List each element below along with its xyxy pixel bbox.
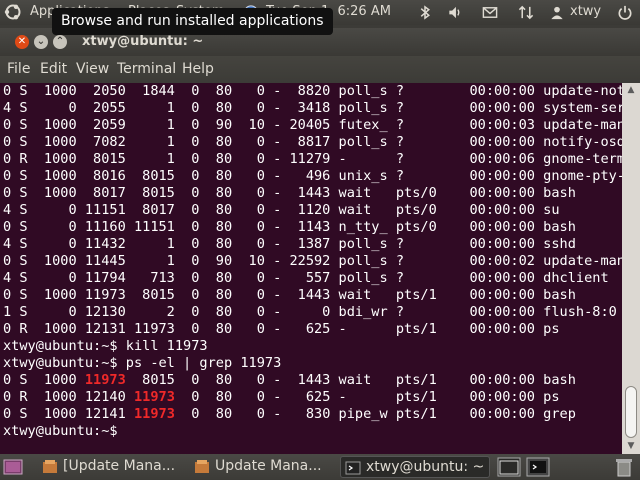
terminal-line: 0 S 1000 2050 1844 0 80 0 - 8820 poll_s … bbox=[3, 83, 622, 100]
highlighted-pid: 11973 bbox=[84, 372, 126, 388]
terminal-text: xtwy@ubuntu:~$ ps -el | grep 11973 bbox=[3, 355, 282, 371]
bluetooth-icon[interactable] bbox=[416, 4, 434, 21]
terminal-window: ✕ ⌄ ⌃ xtwy@ubuntu: ~ File Edit View Term… bbox=[0, 28, 640, 454]
terminal-text: 0 S 1000 8017 8015 0 80 0 - 1443 wait pt… bbox=[3, 185, 576, 201]
menu-file[interactable]: File bbox=[7, 61, 30, 77]
volume-icon[interactable] bbox=[446, 4, 464, 21]
terminal-menubar: File Edit View Terminal Help bbox=[0, 56, 640, 83]
task-label: xtwy@ubuntu: ~ bbox=[366, 459, 485, 475]
terminal-line: 0 S 1000 2059 1 0 90 10 - 20405 futex_ ?… bbox=[3, 117, 622, 134]
terminal-line: 0 R 1000 8015 1 0 80 0 - 11279 - ? 00:00… bbox=[3, 151, 622, 168]
terminal-output[interactable]: 0 S 1000 2050 1844 0 80 0 - 8820 poll_s … bbox=[0, 83, 622, 454]
terminal-line: 0 R 1000 12140 11973 0 80 0 - 625 - pts/… bbox=[3, 389, 622, 406]
highlighted-pid: 11973 bbox=[133, 389, 175, 405]
scroll-down-arrow-icon[interactable]: ▼ bbox=[622, 439, 640, 454]
window-title: xtwy@ubuntu: ~ bbox=[82, 34, 204, 49]
workspace-terminal-icon[interactable] bbox=[526, 457, 550, 477]
terminal-line: 0 S 1000 12141 11973 0 80 0 - 830 pipe_w… bbox=[3, 406, 622, 423]
terminal-line: 0 S 1000 11973 8015 0 80 0 - 1443 wait p… bbox=[3, 372, 622, 389]
scrollbar-thumb[interactable] bbox=[625, 386, 637, 438]
terminal-line: 4 S 0 2055 1 0 80 0 - 3418 poll_s ? 00:0… bbox=[3, 100, 622, 117]
terminal-line: 0 S 0 11160 11151 0 80 0 - 1143 n_tty_ p… bbox=[3, 219, 622, 236]
close-icon: ✕ bbox=[17, 36, 27, 47]
highlighted-pid: 11973 bbox=[133, 406, 175, 422]
taskbar-item-terminal[interactable]: xtwy@ubuntu: ~ bbox=[340, 456, 490, 478]
close-window-button[interactable]: ✕ bbox=[15, 35, 29, 49]
terminal-text: 4 S 0 11432 1 0 80 0 - 1387 poll_s ? 00:… bbox=[3, 236, 576, 252]
terminal-icon bbox=[345, 461, 361, 475]
terminal-text: 0 S 1000 12141 bbox=[3, 406, 134, 422]
power-icon[interactable] bbox=[616, 4, 634, 21]
terminal-text: 0 R 1000 12131 11973 0 80 0 - 625 - pts/… bbox=[3, 321, 560, 337]
user-name[interactable]: xtwy bbox=[570, 4, 601, 19]
terminal-text: 0 S 1000 7082 1 0 80 0 - 8817 poll_s ? 0… bbox=[3, 134, 622, 150]
terminal-text: 4 S 0 11794 713 0 80 0 - 557 poll_s ? 00… bbox=[3, 270, 609, 286]
terminal-line: 4 S 0 11432 1 0 80 0 - 1387 poll_s ? 00:… bbox=[3, 236, 622, 253]
task-label: Update Mana... bbox=[215, 458, 322, 474]
terminal-line: 0 S 1000 7082 1 0 80 0 - 8817 poll_s ? 0… bbox=[3, 134, 622, 151]
applications-tooltip: Browse and run installed applications bbox=[52, 8, 333, 35]
terminal-text: 0 S 1000 11445 1 0 90 10 - 22592 poll_s … bbox=[3, 253, 622, 269]
terminal-text: 0 S 1000 2050 1844 0 80 0 - 8820 poll_s … bbox=[3, 83, 622, 99]
terminal-text: 1 S 0 12130 2 0 80 0 - 0 bdi_wr ? 00:00:… bbox=[3, 304, 617, 320]
task-label: [Update Mana... bbox=[63, 458, 176, 474]
terminal-line: 4 S 0 11151 8017 0 80 0 - 1120 wait pts/… bbox=[3, 202, 622, 219]
menu-help[interactable]: Help bbox=[182, 61, 214, 77]
scroll-up-arrow-icon[interactable]: ▲ bbox=[622, 83, 640, 98]
terminal-line: 0 S 1000 8017 8015 0 80 0 - 1443 wait pt… bbox=[3, 185, 622, 202]
terminal-text: 0 S 1000 bbox=[3, 372, 85, 388]
show-desktop-icon[interactable] bbox=[3, 459, 23, 475]
terminal-text: 0 R 1000 12140 bbox=[3, 389, 134, 405]
terminal-line: 0 R 1000 12131 11973 0 80 0 - 625 - pts/… bbox=[3, 321, 622, 338]
maximize-window-button[interactable]: ⌃ bbox=[53, 35, 67, 49]
workspace-switcher-icon[interactable] bbox=[497, 457, 521, 477]
mail-icon[interactable] bbox=[481, 4, 499, 21]
bottom-panel: [Update Mana... Update Mana... xtwy@ubun… bbox=[0, 454, 640, 480]
terminal-line: 1 S 0 12130 2 0 80 0 - 0 bdi_wr ? 00:00:… bbox=[3, 304, 622, 321]
terminal-lines: 0 S 1000 2050 1844 0 80 0 - 8820 poll_s … bbox=[3, 83, 622, 440]
terminal-scrollbar[interactable]: ▲ ▼ bbox=[622, 83, 640, 454]
terminal-text: 0 S 1000 8016 8015 0 80 0 - 496 unix_s ?… bbox=[3, 168, 622, 184]
update-manager-icon bbox=[195, 460, 209, 473]
update-manager-icon bbox=[43, 460, 57, 473]
terminal-text: 0 S 1000 11973 8015 0 80 0 - 1443 wait p… bbox=[3, 287, 576, 303]
user-switch-icon[interactable] bbox=[548, 4, 566, 21]
terminal-line: 4 S 0 11794 713 0 80 0 - 557 poll_s ? 00… bbox=[3, 270, 622, 287]
terminal-text: 0 R 1000 8015 1 0 80 0 - 11279 - ? 00:00… bbox=[3, 151, 622, 167]
taskbar-item-update-manager-1[interactable]: [Update Mana... bbox=[38, 456, 186, 478]
menu-view[interactable]: View bbox=[76, 61, 109, 77]
terminal-line: xtwy@ubuntu:~$ bbox=[3, 423, 622, 440]
minimize-icon: ⌄ bbox=[36, 36, 46, 47]
terminal-line: 0 S 1000 11445 1 0 90 10 - 22592 poll_s … bbox=[3, 253, 622, 270]
terminal-line: xtwy@ubuntu:~$ ps -el | grep 11973 bbox=[3, 355, 622, 372]
terminal-text: xtwy@ubuntu:~$ bbox=[3, 423, 126, 439]
network-icon[interactable] bbox=[517, 4, 535, 21]
terminal-line: xtwy@ubuntu:~$ kill 11973 bbox=[3, 338, 622, 355]
terminal-text: 0 80 0 - 625 - pts/1 00:00:00 ps bbox=[174, 389, 560, 405]
minimize-window-button[interactable]: ⌄ bbox=[34, 35, 48, 49]
ubuntu-logo-icon[interactable] bbox=[4, 3, 22, 21]
maximize-icon: ⌃ bbox=[55, 36, 65, 47]
terminal-text: 0 80 0 - 830 pipe_w pts/1 00:00:00 grep bbox=[174, 406, 576, 422]
terminal-text: 4 S 0 11151 8017 0 80 0 - 1120 wait pts/… bbox=[3, 202, 560, 218]
terminal-line: 0 S 1000 11973 8015 0 80 0 - 1443 wait p… bbox=[3, 287, 622, 304]
trash-icon[interactable] bbox=[613, 457, 635, 477]
terminal-text: 8015 0 80 0 - 1443 wait pts/1 00:00:00 b… bbox=[125, 372, 576, 388]
taskbar-item-update-manager-2[interactable]: Update Mana... bbox=[190, 456, 336, 478]
menu-edit[interactable]: Edit bbox=[40, 61, 67, 77]
terminal-text: 0 S 0 11160 11151 0 80 0 - 1143 n_tty_ p… bbox=[3, 219, 576, 235]
menu-terminal[interactable]: Terminal bbox=[117, 61, 176, 77]
terminal-line: 0 S 1000 8016 8015 0 80 0 - 496 unix_s ?… bbox=[3, 168, 622, 185]
terminal-text: 4 S 0 2055 1 0 80 0 - 3418 poll_s ? 00:0… bbox=[3, 100, 622, 116]
terminal-text: xtwy@ubuntu:~$ kill 11973 bbox=[3, 338, 208, 354]
terminal-text: 0 S 1000 2059 1 0 90 10 - 20405 futex_ ?… bbox=[3, 117, 622, 133]
